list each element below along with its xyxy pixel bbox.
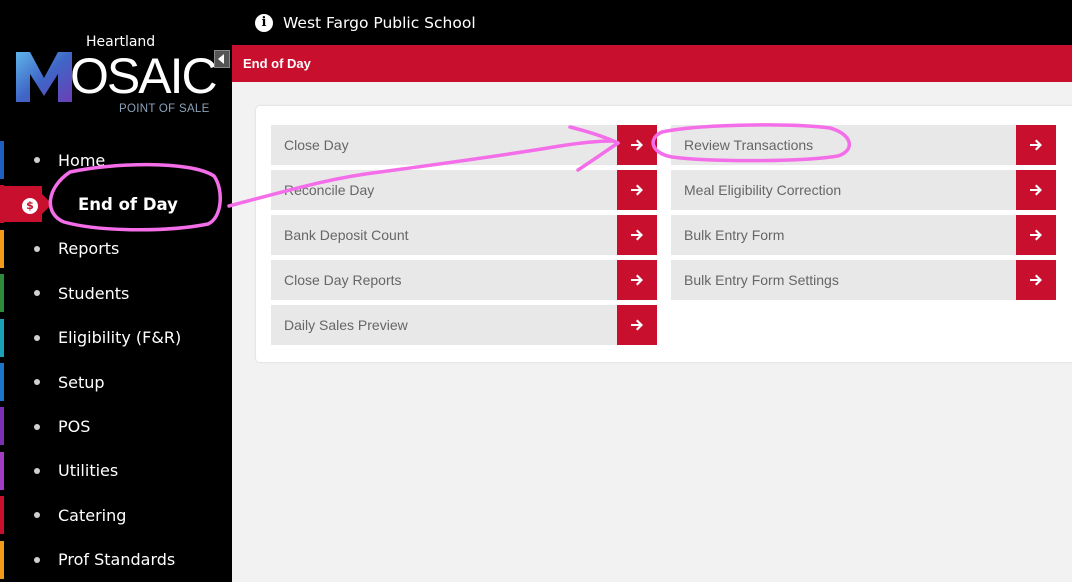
page-header-bar: End of Day [232, 45, 1072, 82]
sidebar-item-label: End of Day [78, 195, 178, 215]
bullet-icon [34, 423, 40, 430]
bullet-icon [34, 556, 40, 563]
action-label: Meal Eligibility Correction [684, 182, 842, 198]
sidebar-item-color-bar [0, 229, 4, 268]
sidebar-item-end-of-day[interactable]: $ End of Day [0, 182, 232, 226]
action-label: Bulk Entry Form Settings [684, 272, 839, 288]
sidebar-item-label: Students [58, 283, 130, 303]
arrow-right-icon[interactable] [617, 170, 657, 210]
action-daily-sales-preview[interactable]: Daily Sales Preview [271, 305, 657, 345]
sidebar-item-color-bar [0, 451, 4, 490]
action-meal-eligibility-correction[interactable]: Meal Eligibility Correction [671, 170, 1056, 210]
sidebar-item-home[interactable]: Home [0, 138, 232, 182]
arrow-right-icon[interactable] [1016, 170, 1056, 210]
sidebar-item-utilities[interactable]: Utilities [0, 449, 232, 493]
arrow-right-icon[interactable] [617, 305, 657, 345]
sidebar-item-label: Prof Standards [58, 550, 176, 570]
action-reconcile-day[interactable]: Reconcile Day [271, 170, 657, 210]
action-bank-deposit-count[interactable]: Bank Deposit Count [271, 215, 657, 255]
sidebar-item-label: POS [58, 417, 91, 437]
collapse-sidebar-icon[interactable] [214, 50, 230, 68]
sidebar-item-color-bar [0, 540, 4, 579]
arrow-right-icon[interactable] [1016, 215, 1056, 255]
sidebar-item-reports[interactable]: Reports [0, 227, 232, 271]
sidebar-item-label: Utilities [58, 461, 119, 481]
school-name: West Fargo Public School [283, 13, 476, 32]
sidebar-item-color-bar [0, 362, 4, 401]
arrow-right-icon[interactable] [617, 215, 657, 255]
heartland-mosaic-logo: Heartland OSAIC POINT OF SALE [14, 30, 230, 120]
action-label: Close Day [284, 137, 349, 153]
sidebar-item-color-bar [0, 407, 4, 446]
top-bar: i West Fargo Public School [232, 0, 1072, 45]
arrow-right-icon[interactable] [617, 260, 657, 300]
sidebar-item-setup[interactable]: Setup [0, 360, 232, 404]
action-label: Bank Deposit Count [284, 227, 409, 243]
sidebar-item-label: Home [58, 150, 106, 170]
bullet-icon [34, 290, 40, 297]
info-icon[interactable]: i [255, 13, 273, 32]
sidebar-item-prof-standards[interactable]: Prof Standards [0, 538, 232, 582]
sidebar-item-pos[interactable]: POS [0, 404, 232, 448]
sidebar-item-catering[interactable]: Catering [0, 493, 232, 537]
logo-osaic-text: OSAIC [70, 48, 218, 104]
sidebar-item-label: Reports [58, 239, 120, 259]
action-close-day-reports[interactable]: Close Day Reports [271, 260, 657, 300]
bullet-icon [34, 245, 40, 252]
sidebar-item-color-bar [0, 274, 4, 313]
sidebar: Heartland OSAIC POINT OF SALE Home $ End o… [0, 0, 232, 582]
action-label: Bulk Entry Form [684, 227, 785, 243]
bullet-icon [34, 157, 40, 164]
bullet-icon [34, 467, 40, 474]
bullet-icon [34, 334, 40, 341]
sidebar-item-label: Eligibility (F&R) [58, 328, 182, 348]
sidebar-item-eligibility-f-r[interactable]: Eligibility (F&R) [0, 316, 232, 360]
sidebar-nav: Home $ End of Day Reports Students Eligibilit… [0, 138, 232, 582]
logo-m-mark [16, 52, 72, 102]
actions-card: Close Day Reconcile Day Bank Deposit Count… [256, 106, 1072, 362]
arrow-right-icon[interactable] [1016, 260, 1056, 300]
action-label: Close Day Reports [284, 272, 402, 288]
sidebar-item-students[interactable]: Students [0, 271, 232, 315]
action-bulk-entry-form[interactable]: Bulk Entry Form [671, 215, 1056, 255]
action-label: Daily Sales Preview [284, 317, 408, 333]
logo-tagline: POINT OF SALE [119, 103, 210, 115]
arrow-right-icon[interactable] [617, 125, 657, 165]
bullet-icon [34, 512, 40, 519]
bullet-icon [34, 379, 40, 386]
sidebar-item-color-bar [0, 496, 4, 535]
page-title: End of Day [243, 56, 311, 71]
action-bulk-entry-form-settings[interactable]: Bulk Entry Form Settings [671, 260, 1056, 300]
sidebar-item-color-bar [0, 318, 4, 357]
action-close-day[interactable]: Close Day [271, 125, 657, 165]
arrow-right-icon[interactable] [1016, 125, 1056, 165]
action-review-transactions[interactable]: Review Transactions [671, 125, 1056, 165]
action-label: Review Transactions [684, 137, 814, 153]
sidebar-item-label: Setup [58, 372, 105, 392]
sidebar-item-color-bar [0, 141, 4, 179]
sidebar-item-label: Catering [58, 505, 127, 525]
action-label: Reconcile Day [284, 182, 375, 198]
